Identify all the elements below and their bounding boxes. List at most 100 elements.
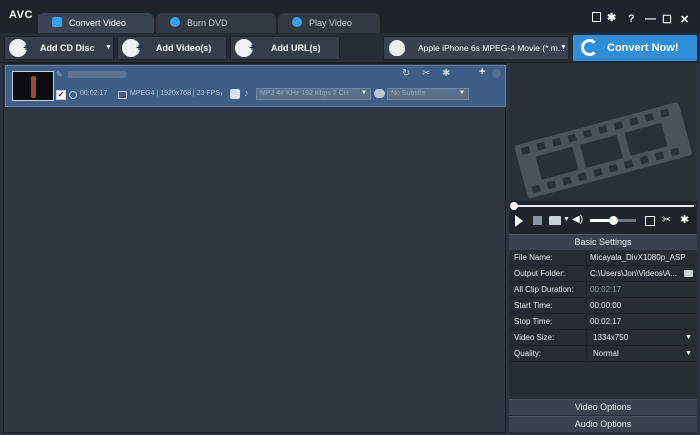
volume-icon[interactable]: ◀) [572,214,583,225]
add-cd-disc-button[interactable]: Add CD Disc ▼ [4,36,114,60]
help-button[interactable]: ? [628,13,635,25]
snapshot-icon[interactable] [549,216,561,225]
subtitle-dropdown[interactable]: No Subtitle ▼ [387,88,469,100]
setting-row-all-clip-duration: All Clip Duration: 00:02:17 [509,282,697,298]
setting-value[interactable]: 00:02:17 [586,314,697,330]
chevron-down-icon: ▼ [361,90,367,96]
cut-icon[interactable]: ✂ [662,213,671,226]
remove-icon[interactable] [492,69,501,78]
disc-icon [170,17,180,27]
tab-label: Burn DVD [187,18,228,28]
setting-row-output-folder[interactable]: Output Folder: C:\Users\Jon\Videos\A... [509,266,697,282]
setting-value[interactable]: 1334x750 [586,330,697,346]
stop-icon[interactable] [533,216,542,225]
setting-row-video-size[interactable]: Video Size: 1334x750 ▼ [509,330,697,346]
profile-label: Apple iPhone 6s MPEG-4 Movie (*.m... [418,43,565,53]
audio-editor-icon[interactable] [230,89,240,99]
chevron-down-icon: ▼ [560,44,567,51]
setting-row-start-time[interactable]: Start Time: 00:00:00 [509,298,697,314]
file-list[interactable]: ✎ ↻ ✂ ✱ + ✓ 00:02:17 MPEG4 | 1920x768 | … [3,63,506,433]
player-controls: ▼ ◀) ✂ ✱ [509,211,697,233]
audio-options-header[interactable]: Audio Options [509,416,697,432]
audio-track-dropdown[interactable]: MP3 44 KHz 192 Kbps 2 CH ▼ [256,88,371,100]
setting-value[interactable]: Micayala_DivX1080p_ASP [586,250,697,266]
add-videos-button[interactable]: Add Video(s) [117,36,227,60]
setting-key: All Clip Duration: [514,285,574,294]
effects-icon[interactable]: ✱ [680,213,689,226]
output-profile-select[interactable]: Apple iPhone 6s MPEG-4 Movie (*.m... ▼ [383,36,569,60]
volume-slider[interactable] [590,216,636,225]
setting-row-file-name[interactable]: File Name: Micayala_DivX1080p_ASP [509,250,697,266]
setting-value[interactable]: C:\Users\Jon\Videos\A... [586,266,682,282]
volume-handle[interactable] [609,216,618,225]
chevron-down-icon[interactable]: ▼ [563,216,570,223]
tab-burn-dvd[interactable]: Burn DVD [156,13,276,33]
setting-key: File Name: [514,253,553,262]
title-bar: AVC Convert Video Burn DVD Play Video ✱ … [0,0,700,33]
film-icon [118,91,127,99]
chevron-down-icon[interactable]: ▼ [685,334,692,341]
minimize-button[interactable]: — [645,13,656,25]
tab-convert-video[interactable]: Convert Video [38,13,154,33]
duration-label: 00:02:17 [80,90,108,97]
play-icon[interactable] [515,215,523,227]
tab-label: Convert Video [69,18,126,28]
settings-panel: Basic Settings File Name: Micayala_DivX1… [509,233,697,433]
clock-icon [69,91,77,99]
add-video-icon [122,38,142,60]
convert-now-button[interactable]: Convert Now! [573,35,697,61]
file-name-blurred [68,71,126,78]
add-videos-label: Add Video(s) [156,43,212,53]
seek-track [512,205,694,207]
cut-icon[interactable]: ✂ [422,68,430,79]
seek-handle[interactable] [510,202,518,210]
add-url-label: Add URL(s) [271,43,321,53]
effects-icon[interactable]: ✱ [442,68,450,79]
maximize-button[interactable]: ☐ [662,13,672,26]
chevron-down-icon: ▼ [459,90,465,96]
file-row[interactable]: ✎ ↻ ✂ ✱ + ✓ 00:02:17 MPEG4 | 1920x768 | … [5,65,506,107]
tab-label: Play Video [309,18,352,28]
setting-key: Quality: [514,349,542,358]
setting-key: Start Time: [514,301,553,310]
edit-icon[interactable]: ✎ [56,70,63,79]
setting-row-quality[interactable]: Quality: Normal ▼ [509,346,697,362]
folder-icon[interactable] [684,270,693,277]
app-logo: AVC [9,9,33,21]
add-cd-disc-label: Add CD Disc [40,43,95,53]
speaker-icon: ♪ [244,88,249,98]
chevron-down-icon[interactable]: ▼ [685,350,692,357]
subtitle-label: No Subtitle [391,90,426,97]
convert-icon [52,17,62,27]
setting-key: Output Folder: [514,269,566,278]
setting-value[interactable]: 00:00:00 [586,298,697,314]
subtitle-icon [374,89,385,98]
log-icon[interactable] [592,12,601,22]
setting-key: Video Size: [514,333,555,342]
gear-icon[interactable]: ✱ [607,11,616,24]
video-options-header[interactable]: Video Options [509,399,697,415]
checkbox[interactable]: ✓ [56,90,66,100]
chevron-down-icon[interactable]: ▼ [105,37,112,59]
convert-now-label: Convert Now! [607,42,679,54]
seek-bar[interactable] [509,201,697,211]
apple-icon [389,40,405,56]
film-reel-icon [514,102,692,199]
popout-icon[interactable] [645,216,655,226]
arrow-right-icon: › [220,89,223,98]
convert-icon [581,39,598,56]
video-thumbnail [12,71,54,101]
play-circle-icon [292,17,302,27]
setting-row-stop-time[interactable]: Stop Time: 00:02:17 [509,314,697,330]
video-info-label: MPEG4 | 1920x768 | 23 FPS [130,90,221,97]
audio-track-label: MP3 44 KHz 192 Kbps 2 CH [260,90,349,97]
add-url-button[interactable]: Add URL(s) [230,36,340,60]
close-button[interactable]: ✕ [680,13,689,26]
add-icon[interactable]: + [479,66,485,78]
tab-play-video[interactable]: Play Video [278,13,380,33]
basic-settings-header[interactable]: Basic Settings [509,234,697,250]
setting-value: 00:02:17 [586,282,697,298]
globe-icon [235,38,255,60]
refresh-icon[interactable]: ↻ [402,68,410,79]
setting-value[interactable]: Normal [586,346,697,362]
